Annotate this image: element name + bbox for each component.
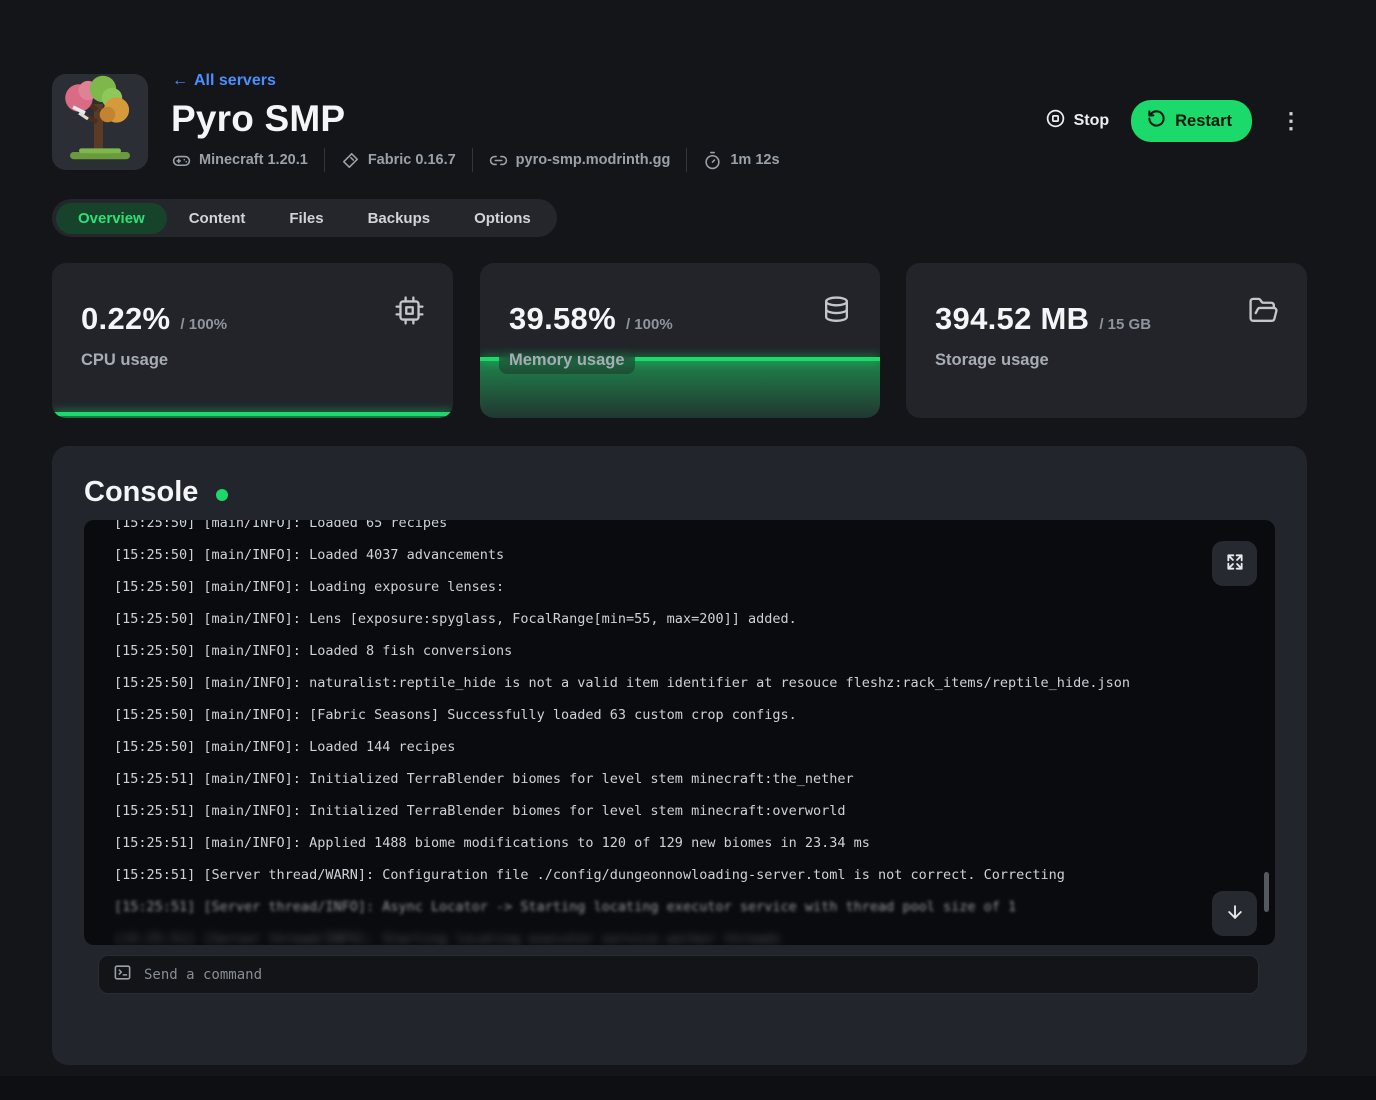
console-line: [15:25:51] [main/INFO]: Applied 1488 bio… bbox=[114, 827, 1275, 859]
header-actions: Stop Restart ⋮ bbox=[1045, 100, 1308, 142]
back-to-all-servers-link[interactable]: ← All servers bbox=[172, 72, 276, 90]
server-meta-item: 1m 12s bbox=[703, 151, 779, 170]
command-input[interactable] bbox=[144, 967, 1244, 983]
tree-pixel-art bbox=[52, 74, 148, 170]
server-meta-item[interactable]: pyro-smp.modrinth.gg bbox=[489, 151, 671, 170]
console-line: [15:25:51] [main/INFO]: Initialized Terr… bbox=[114, 763, 1275, 795]
meta-divider bbox=[472, 148, 473, 172]
console-line: [15:25:50] [main/INFO]: Loaded 8 fish co… bbox=[114, 635, 1275, 667]
fabric-icon bbox=[341, 151, 360, 170]
server-meta-label: 1m 12s bbox=[730, 152, 779, 168]
cpu-icon bbox=[394, 295, 425, 331]
server-meta-label: pyro-smp.modrinth.gg bbox=[516, 152, 671, 168]
console-line: [15:25:51] [Server thread/INFO]: Async L… bbox=[114, 891, 1275, 923]
server-meta-item: Fabric 0.16.7 bbox=[341, 151, 456, 170]
restart-button[interactable]: Restart bbox=[1131, 100, 1252, 142]
cpu-usage-limit: / 100% bbox=[180, 316, 227, 333]
restart-button-label: Restart bbox=[1175, 112, 1232, 131]
cpu-usage-label: CPU usage bbox=[81, 351, 168, 370]
expand-icon bbox=[1225, 552, 1245, 575]
memory-usage-value: 39.58% bbox=[509, 301, 616, 337]
tab-files[interactable]: Files bbox=[267, 203, 345, 234]
console-scrollbar-thumb[interactable] bbox=[1264, 872, 1269, 912]
command-input-wrapper bbox=[98, 955, 1259, 994]
arrow-left-icon: ← bbox=[172, 72, 188, 90]
console-title: Console bbox=[84, 476, 198, 509]
memory-usage-limit: / 100% bbox=[626, 316, 673, 333]
back-link-label: All servers bbox=[194, 72, 276, 90]
console-output[interactable]: [15:25:50] [main/INFO]: Loaded 65 recipe… bbox=[84, 520, 1275, 945]
stop-button-label: Stop bbox=[1074, 112, 1110, 130]
memory-usage-card: 39.58% / 100% Memory usage bbox=[480, 263, 880, 418]
cpu-usage-card: 0.22% / 100% CPU usage bbox=[52, 263, 453, 418]
console-line: [15:25:50] [main/INFO]: Loaded 65 recipe… bbox=[114, 520, 1275, 539]
online-status-dot bbox=[216, 489, 228, 501]
link-icon bbox=[489, 151, 508, 170]
tab-backups[interactable]: Backups bbox=[346, 203, 453, 234]
storage-usage-limit: / 15 GB bbox=[1099, 316, 1151, 333]
server-tabs: OverviewContentFilesBackupsOptions bbox=[52, 199, 557, 237]
server-meta-item: Minecraft 1.20.1 bbox=[172, 151, 308, 170]
storage-usage-label: Storage usage bbox=[935, 351, 1049, 370]
overflow-menu-button[interactable]: ⋮ bbox=[1274, 106, 1308, 136]
console-line: [15:25:50] [main/INFO]: Loaded 144 recip… bbox=[114, 731, 1275, 763]
console-card: Console [15:25:50] [main/INFO]: Loaded 6… bbox=[52, 446, 1307, 1065]
console-line: [15:25:50] [main/INFO]: Loaded 4037 adva… bbox=[114, 539, 1275, 571]
tab-options[interactable]: Options bbox=[452, 203, 553, 234]
console-line: [15:25:50] [main/INFO]: [Fabric Seasons]… bbox=[114, 699, 1275, 731]
restart-icon bbox=[1147, 109, 1166, 133]
storage-usage-value: 394.52 MB bbox=[935, 301, 1089, 337]
server-meta-label: Fabric 0.16.7 bbox=[368, 152, 456, 168]
console-line: [15:25:51] [Server thread/WARN]: Configu… bbox=[114, 859, 1275, 891]
page-title: Pyro SMP bbox=[171, 98, 345, 140]
stop-icon bbox=[1045, 108, 1066, 134]
tab-content[interactable]: Content bbox=[167, 203, 268, 234]
console-log: [15:25:50] [main/INFO]: Loaded 65 recipe… bbox=[84, 520, 1275, 945]
memory-usage-label: Memory usage bbox=[499, 347, 635, 374]
database-icon bbox=[821, 295, 852, 331]
folder-open-icon bbox=[1248, 295, 1279, 331]
tab-overview[interactable]: Overview bbox=[56, 203, 167, 234]
server-avatar bbox=[52, 74, 148, 170]
server-panel-page: ← All servers Pyro SMP Minecraft 1.20.1 F… bbox=[0, 0, 1376, 1100]
console-line: [15:25:50] [main/INFO]: Loading exposure… bbox=[114, 571, 1275, 603]
cpu-usage-value: 0.22% bbox=[81, 301, 170, 337]
server-meta-row: Minecraft 1.20.1 Fabric 0.16.7 pyro-smp.mo… bbox=[172, 147, 780, 173]
page-bottom-strip bbox=[0, 1076, 1376, 1100]
storage-usage-card: 394.52 MB / 15 GB Storage usage bbox=[906, 263, 1307, 418]
cpu-usage-bar bbox=[52, 412, 453, 418]
gamepad-icon bbox=[172, 151, 191, 170]
console-line: [15:25:51] [main/INFO]: Initialized Terr… bbox=[114, 795, 1275, 827]
expand-console-button[interactable] bbox=[1212, 541, 1257, 586]
meta-divider bbox=[686, 148, 687, 172]
stopwatch-icon bbox=[703, 151, 722, 170]
meta-divider bbox=[324, 148, 325, 172]
console-line: [15:25:50] [main/INFO]: Lens [exposure:s… bbox=[114, 603, 1275, 635]
terminal-icon bbox=[113, 963, 132, 987]
server-meta-label: Minecraft 1.20.1 bbox=[199, 152, 308, 168]
arrow-down-icon bbox=[1225, 902, 1245, 925]
console-line: [15:25:51] [Server thread/INFO]: Startin… bbox=[114, 923, 1275, 945]
scroll-to-bottom-button[interactable] bbox=[1212, 891, 1257, 936]
console-line: [15:25:50] [main/INFO]: naturalist:repti… bbox=[114, 667, 1275, 699]
stop-button[interactable]: Stop bbox=[1045, 108, 1110, 134]
